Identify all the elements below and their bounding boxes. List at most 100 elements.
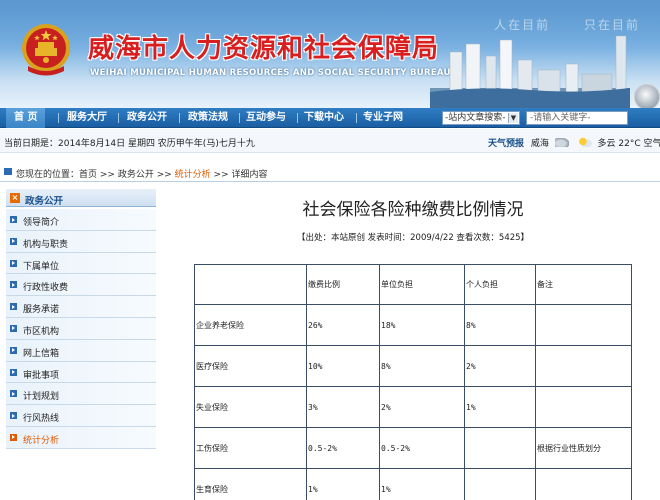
main-nav: 首 页 服务大厅 政务公开 政策法规 互动参与 下载中心 专业子网 -站内文章搜… [0, 108, 660, 128]
sidebar-header: × 政务公开 [6, 189, 156, 207]
arrow-bullet-icon [10, 216, 17, 223]
partly-cloudy-icon [577, 137, 592, 147]
table-cell [535, 304, 632, 346]
sidebar-item-mailbox[interactable]: 网上信箱 [6, 339, 156, 362]
nav-item-policies[interactable]: 政策法规 [188, 108, 228, 128]
table-cell: 医疗保险 [194, 345, 307, 387]
nav-item-subsites[interactable]: 专业子网 [363, 108, 403, 128]
nav-item-downloads[interactable]: 下载中心 [304, 108, 344, 128]
breadcrumb-text: 您现在的位置：首页 >> 政务公开 >> 统计分析 >> 详细内容 [16, 167, 268, 180]
arrow-bullet-icon [10, 281, 17, 289]
sidebar-list: 领导简介 机构与职责 下属单位 行政性收费 服务承诺 市区机构 网上信箱 审批事… [6, 209, 156, 449]
table-cell: 8% [464, 304, 536, 346]
table-row: 企业养老保险 26% 18% 8% [194, 304, 632, 346]
table-header-cell: 缴费比例 [306, 264, 380, 305]
table-row: 生育保险 1% 1% [194, 468, 632, 500]
sidebar-item-hotline[interactable]: 行风热线 [6, 405, 156, 427]
sidebar-item-leaders[interactable]: 领导简介 [6, 209, 156, 231]
table-cell [535, 386, 632, 428]
table-header-cell: 备注 [535, 264, 632, 305]
nav-item-home[interactable]: 首 页 [6, 108, 46, 128]
sidebar-item-admin-fees[interactable]: 行政性收费 [6, 274, 156, 297]
table-cell: 1% [379, 468, 465, 500]
sidebar-item-label: 审批事项 [23, 370, 60, 381]
national-emblem-icon [22, 24, 70, 76]
breadcrumb-separator: >> [153, 170, 175, 180]
breadcrumb-current[interactable]: 统计分析 [175, 170, 211, 180]
sidebar-item-district-offices[interactable]: 市区机构 [6, 317, 156, 340]
table-cell: 失业保险 [194, 386, 307, 428]
table-cell: 1% [306, 468, 380, 500]
arrow-bullet-icon [10, 237, 17, 245]
table-row: 工伤保险 0.5-2% 0.5-2% 根据行业性质划分 [194, 427, 632, 469]
breadcrumb-section[interactable]: 政务公开 [118, 170, 154, 180]
nav-item-gov-affairs[interactable]: 政务公开 [127, 108, 167, 128]
arrow-bullet-icon [10, 412, 17, 420]
search-scope-select[interactable]: -站内文章搜索- ▼ [442, 111, 520, 125]
sidebar-item-label: 领导简介 [23, 218, 60, 228]
table-cell: 1% [464, 386, 536, 428]
sidebar-item-planning[interactable]: 计划规划 [6, 383, 156, 406]
sidebar-heading: 政务公开 [25, 196, 64, 207]
table-cell: 2% [379, 386, 465, 428]
sidebar: × 政务公开 领导简介 机构与职责 下属单位 行政性收费 服务承诺 市区机构 网… [6, 189, 156, 500]
sidebar-item-label: 市区机构 [23, 326, 60, 337]
table-row: 失业保险 3% 2% 1% [194, 386, 632, 428]
article-meta: 【出处：本站原创 发表时间：2009/4/22 查看次数：5425】 [296, 233, 530, 243]
arrow-bullet-icon [10, 390, 17, 398]
table-cell: 2% [464, 345, 536, 387]
site-subtitle: WEIHAI MUNICIPAL HUMAN RESOURCES AND SOC… [90, 68, 451, 78]
arrow-bullet-icon [10, 368, 17, 376]
sidebar-item-label: 机构与职责 [23, 239, 69, 250]
sidebar-item-subordinate-units[interactable]: 下属单位 [6, 252, 156, 275]
breadcrumb-separator: >> [97, 170, 118, 180]
nav-item-service-hall[interactable]: 服务大厅 [67, 108, 107, 128]
sidebar-item-label: 网上信箱 [23, 348, 60, 359]
table-header-cell: 个人负担 [464, 264, 536, 305]
city-skyline-illustration [430, 35, 630, 108]
search-input[interactable]: -请输入关键字- [526, 111, 628, 125]
article-title: 社会保险各险种缴费比例情况 [302, 200, 524, 220]
table-cell [535, 345, 632, 387]
table-cell: 工伤保险 [194, 427, 307, 469]
table-cell [464, 468, 536, 500]
sidebar-item-statistics[interactable]: 统计分析 [6, 426, 156, 449]
sidebar-item-label: 统计分析 [23, 435, 60, 446]
sidebar-item-service-pledge[interactable]: 服务承诺 [6, 296, 156, 318]
nav-divider [239, 113, 240, 123]
sidebar-item-label: 下属单位 [23, 261, 60, 272]
date-bar: 当前日期是：2014年8月14日 星期四 农历甲午年(马)七月十九 天气预报 威… [0, 129, 660, 153]
sidebar-item-label: 行政性收费 [23, 283, 69, 294]
table-cell: 10% [306, 345, 380, 387]
avatar-globe-icon [634, 84, 660, 108]
weather-widget: 天气预报 威海 多云 22°C 空气 [488, 136, 660, 149]
site-title: 威海市人力资源和社会保障局 [88, 34, 440, 64]
search-scope-value: -站内文章搜索- [445, 113, 506, 123]
section-marker-icon: × [10, 193, 20, 203]
nav-divider [118, 113, 119, 123]
sidebar-item-label: 服务承诺 [23, 305, 60, 316]
sidebar-item-organization[interactable]: 机构与职责 [6, 230, 156, 253]
sidebar-item-approvals[interactable]: 审批事项 [6, 361, 156, 384]
breadcrumb-home[interactable]: 首页 [79, 170, 97, 180]
arrow-bullet-icon [10, 259, 17, 267]
nav-divider [58, 113, 59, 123]
nav-divider [356, 113, 357, 123]
sidebar-item-label: 计划规划 [23, 392, 60, 403]
table-cell: 3% [306, 386, 380, 428]
arrow-bullet-icon [10, 433, 17, 441]
breadcrumb-prefix: 您现在的位置： [16, 170, 80, 180]
sidebar-item-label: 行风热线 [23, 414, 60, 425]
table-header-row: 缴费比例 单位负担 个人负担 备注 [194, 264, 632, 305]
breadcrumb-page: 详细内容 [231, 170, 268, 180]
nav-divider [179, 113, 180, 123]
weather-condition: 多云 22°C 空气 [597, 139, 660, 149]
chevron-down-icon[interactable]: ▼ [508, 113, 518, 123]
table-cell: 根据行业性质划分 [535, 427, 632, 469]
table-cell: 8% [379, 345, 465, 387]
table-header-cell [194, 264, 307, 305]
arrow-bullet-icon [10, 324, 17, 332]
weather-label: 天气预报 [488, 139, 525, 149]
nav-item-interaction[interactable]: 互动参与 [246, 108, 286, 128]
article-content: 社会保险各险种缴费比例情况 【出处：本站原创 发表时间：2009/4/22 查看… [166, 189, 660, 500]
